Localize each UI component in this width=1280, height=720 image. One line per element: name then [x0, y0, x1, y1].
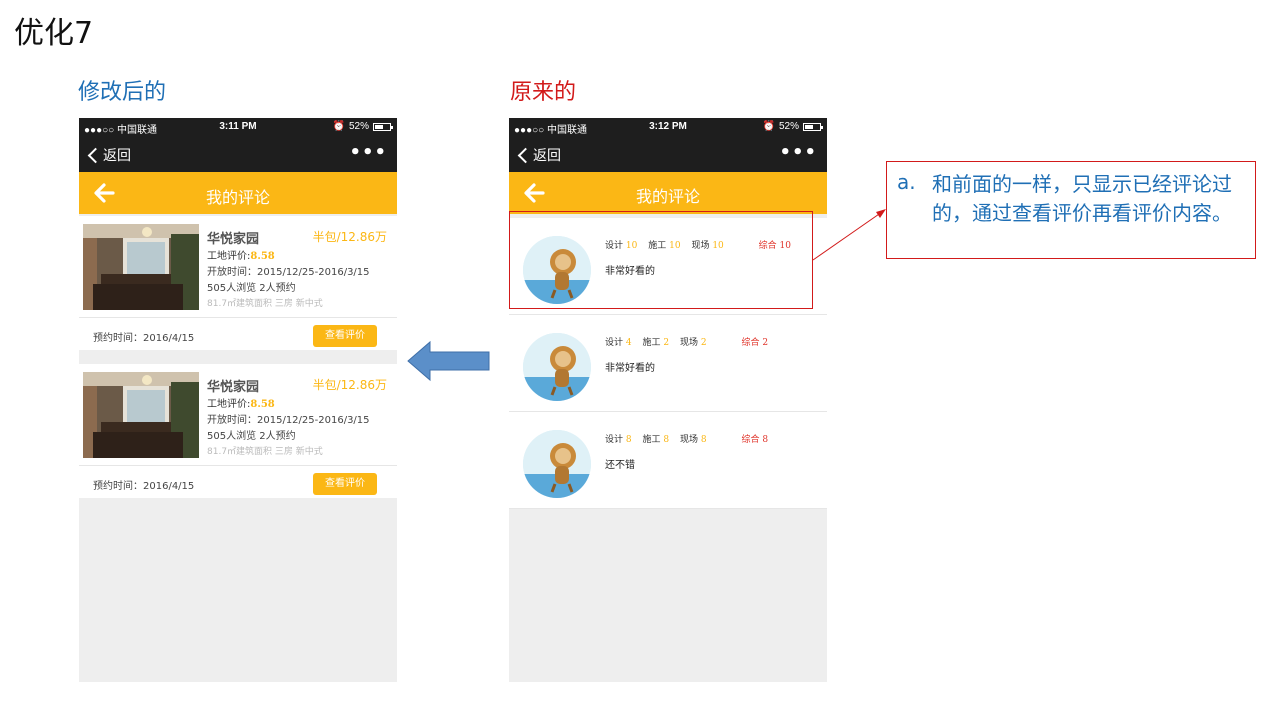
site-label: 现场	[680, 338, 699, 348]
site-score: 8	[700, 435, 707, 445]
project-price: 半包/12.86万	[312, 230, 387, 244]
more-menu-button[interactable]: •••	[349, 142, 387, 163]
build-score: 2	[663, 338, 670, 348]
status-bar: ●●●○○ 中国联通 3:11 PM ⏰ 52%	[79, 118, 397, 136]
site-label: 现场	[680, 435, 699, 445]
score-line: 设计 4 施工 2 现场 2 综合 2	[605, 335, 768, 348]
page-title: 我的评论	[205, 188, 270, 207]
phone-screenshot-before: ●●●○○ 中国联通 3:12 PM ⏰ 52% 返回 ••• 我的评论 设计 …	[509, 118, 827, 682]
connector-arrowhead	[876, 209, 886, 218]
project-thumbnail	[83, 224, 199, 310]
battery-label: 52%	[778, 121, 799, 132]
battery-icon	[373, 122, 393, 131]
nav-bar: 返回 •••	[509, 136, 827, 172]
comment-text: 非常好看的	[605, 363, 655, 374]
page-header: 我的评论	[509, 172, 827, 214]
page-title: 我的评论	[635, 187, 700, 206]
alarm-icon: ⏰	[332, 121, 345, 132]
site-rating-value: 8.58	[250, 251, 275, 262]
project-tags: 81.7㎡建筑面积 三房 新中式	[207, 447, 323, 457]
design-score: 8	[625, 435, 632, 445]
highlight-box	[509, 211, 813, 309]
alarm-icon: ⏰	[762, 121, 775, 132]
appointment-time: 预约时间：2016/4/15	[93, 333, 195, 344]
slide-title: 优化7	[14, 16, 94, 51]
divider	[79, 465, 397, 466]
open-time: 开放时间：2015/12/25-2016/3/15	[207, 415, 370, 426]
project-name: 华悦家园	[207, 232, 260, 247]
battery-label: 52%	[348, 121, 369, 132]
project-thumbnail	[83, 372, 199, 458]
more-menu-button[interactable]: •••	[779, 142, 817, 163]
note-text: 和前面的一样，只显示已经评论过的，通过查看评价再看评价内容。	[932, 172, 1232, 225]
total-label: 综合	[741, 435, 760, 445]
project-tags: 81.7㎡建筑面积 三房 新中式	[207, 299, 323, 309]
open-time: 开放时间：2015/12/25-2016/3/15	[207, 267, 370, 278]
back-label: 返回	[103, 148, 131, 164]
design-label: 设计	[605, 435, 624, 445]
label-before: 原来的	[510, 80, 577, 105]
comment-item[interactable]: 设计 8 施工 8 现场 8 综合 8 还不错	[509, 412, 827, 509]
project-card[interactable]: 华悦家园 半包/12.86万 工地评价:8.58 开放时间：2015/12/25…	[79, 364, 397, 498]
back-button[interactable]: 返回	[87, 145, 131, 165]
back-label: 返回	[533, 148, 561, 164]
build-score: 8	[663, 435, 670, 445]
appointment-time: 预约时间：2016/4/15	[93, 481, 195, 492]
comment-text: 还不错	[605, 460, 635, 471]
site-rating: 工地评价:8.58	[207, 247, 275, 262]
status-bar: ●●●○○ 中国联通 3:12 PM ⏰ 52%	[509, 118, 827, 136]
view-review-button[interactable]: 查看评价	[313, 325, 377, 347]
chevron-left-icon	[87, 147, 104, 163]
phone-screenshot-after: ●●●○○ 中国联通 3:11 PM ⏰ 52% 返回 ••• 我的评论 华悦家…	[79, 118, 397, 682]
back-button[interactable]: 返回	[517, 145, 561, 165]
label-after: 修改后的	[78, 80, 167, 105]
design-score: 4	[625, 338, 632, 348]
avatar	[523, 430, 591, 498]
battery-icon	[803, 122, 823, 131]
view-review-button[interactable]: 查看评价	[313, 473, 377, 495]
divider	[79, 317, 397, 318]
site-score: 2	[700, 338, 707, 348]
project-name: 华悦家园	[207, 380, 260, 395]
total-label: 综合	[741, 338, 760, 348]
site-rating-label: 工地评价:	[207, 251, 251, 262]
site-rating-value: 8.58	[250, 399, 275, 410]
site-rating: 工地评价:8.58	[207, 395, 275, 410]
build-label: 施工	[642, 338, 661, 348]
note-marker: a.	[897, 170, 916, 194]
nav-bar: 返回 •••	[79, 136, 397, 172]
project-price: 半包/12.86万	[312, 378, 387, 392]
project-card[interactable]: 华悦家园 半包/12.86万 工地评价:8.58 开放时间：2015/12/25…	[79, 216, 397, 350]
comparison-arrow	[407, 340, 490, 382]
view-stats: 505人浏览 2人预约	[207, 283, 296, 294]
site-rating-label: 工地评价:	[207, 399, 251, 410]
total-score: 8	[762, 435, 769, 445]
total-score: 2	[762, 338, 769, 348]
annotation-note: a. 和前面的一样，只显示已经评论过的，通过查看评价再看评价内容。	[886, 161, 1256, 259]
build-label: 施工	[642, 435, 661, 445]
score-line: 设计 8 施工 8 现场 8 综合 8	[605, 432, 768, 445]
avatar	[523, 333, 591, 401]
design-label: 设计	[605, 338, 624, 348]
chevron-left-icon	[517, 147, 534, 163]
comment-item[interactable]: 设计 4 施工 2 现场 2 综合 2 非常好看的	[509, 315, 827, 412]
page-header: 我的评论	[79, 172, 397, 214]
view-stats: 505人浏览 2人预约	[207, 431, 296, 442]
